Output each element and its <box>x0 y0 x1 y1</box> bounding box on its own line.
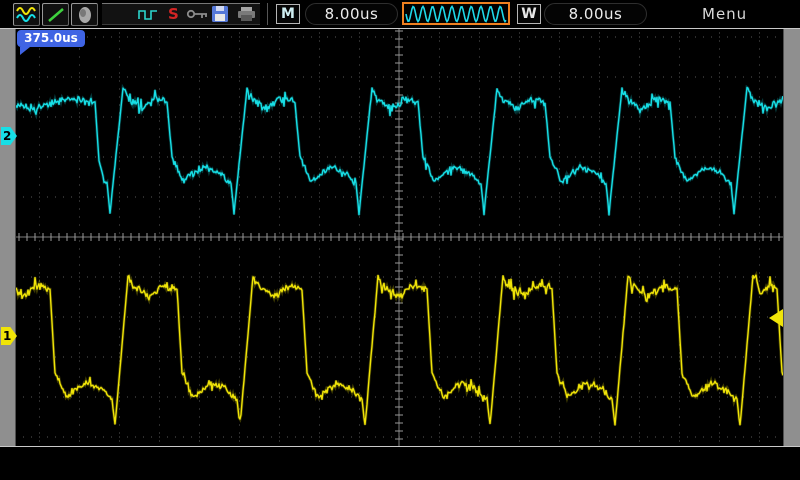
channel-waves-button[interactable] <box>13 3 40 26</box>
trigger-position-badge[interactable]: 375.0us <box>17 30 85 47</box>
graticule-and-traces <box>16 29 783 446</box>
green-line-icon <box>47 7 64 22</box>
pulse-trigger-icon <box>137 5 159 23</box>
left-margin-strip <box>0 29 16 446</box>
zoom-window-indicator[interactable] <box>402 2 510 25</box>
save-floppy-icon[interactable] <box>211 5 229 23</box>
menu-button[interactable]: Menu <box>702 5 747 23</box>
ch1-marker-label: 1 <box>3 329 12 343</box>
key-lock-icon <box>186 8 210 20</box>
main-timebase-value[interactable]: 8.00us <box>305 3 398 25</box>
oscilloscope-screen: S M 8.00us W 8.00us Menu 375.0us 2 1 <box>0 0 800 480</box>
hand-button[interactable] <box>71 3 98 26</box>
s-status-icon: S <box>168 5 179 23</box>
right-margin-strip <box>783 29 800 446</box>
dual-wave-icon <box>15 6 36 22</box>
trigger-position-pointer <box>20 47 30 55</box>
main-timebase-label[interactable]: M <box>276 4 300 24</box>
top-toolbar: S M 8.00us W 8.00us Menu <box>0 0 800 28</box>
autoscale-button[interactable] <box>42 3 69 26</box>
dense-sine-icon <box>405 5 507 23</box>
status-bar: DC 20 5.00V DC 20 5.00V CH1 <box>0 447 800 480</box>
hand-icon <box>78 6 91 23</box>
toolbar-divider <box>267 3 268 25</box>
window-timebase-label[interactable]: W <box>517 4 541 24</box>
window-timebase-value[interactable]: 8.00us <box>544 3 647 25</box>
ch2-marker-label: 2 <box>3 129 12 143</box>
print-icon[interactable] <box>237 6 257 22</box>
